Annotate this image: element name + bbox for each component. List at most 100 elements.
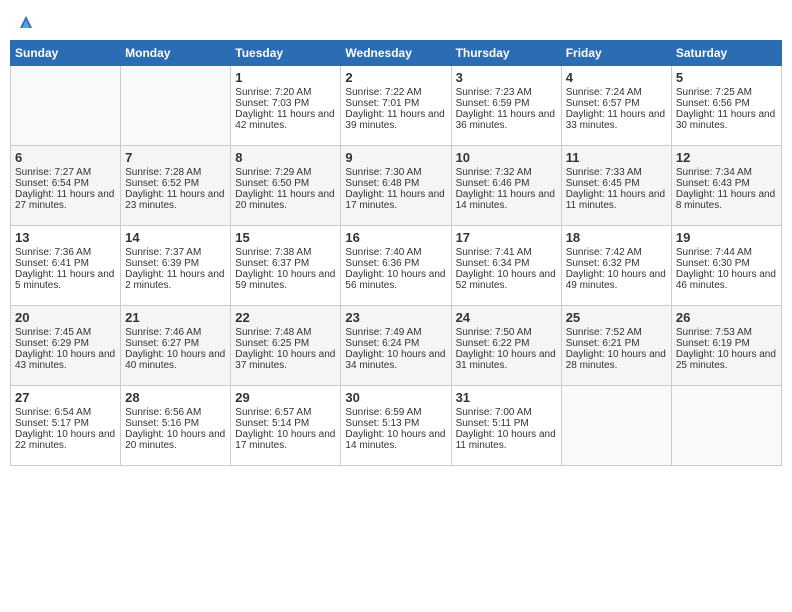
calendar-week-1: 1Sunrise: 7:20 AMSunset: 7:03 PMDaylight… bbox=[11, 65, 782, 145]
calendar-cell: 11Sunrise: 7:33 AMSunset: 6:45 PMDayligh… bbox=[561, 145, 671, 225]
calendar-cell: 23Sunrise: 7:49 AMSunset: 6:24 PMDayligh… bbox=[341, 305, 451, 385]
calendar-cell: 3Sunrise: 7:23 AMSunset: 6:59 PMDaylight… bbox=[451, 65, 561, 145]
calendar-cell: 6Sunrise: 7:27 AMSunset: 6:54 PMDaylight… bbox=[11, 145, 121, 225]
sunrise: Sunrise: 6:57 AM bbox=[235, 407, 336, 418]
calendar-cell: 12Sunrise: 7:34 AMSunset: 6:43 PMDayligh… bbox=[671, 145, 781, 225]
calendar-header-row: SundayMondayTuesdayWednesdayThursdayFrid… bbox=[11, 40, 782, 65]
day-number: 18 bbox=[566, 230, 667, 245]
day-number: 19 bbox=[676, 230, 777, 245]
sunrise: Sunrise: 6:56 AM bbox=[125, 407, 226, 418]
daylight: Daylight: 10 hours and 49 minutes. bbox=[566, 269, 667, 291]
day-number: 28 bbox=[125, 390, 226, 405]
sunrise: Sunrise: 7:50 AM bbox=[456, 327, 557, 338]
calendar-cell: 8Sunrise: 7:29 AMSunset: 6:50 PMDaylight… bbox=[231, 145, 341, 225]
sunset: Sunset: 6:21 PM bbox=[566, 338, 667, 349]
daylight: Daylight: 11 hours and 30 minutes. bbox=[676, 109, 777, 131]
day-number: 11 bbox=[566, 150, 667, 165]
day-number: 13 bbox=[15, 230, 116, 245]
day-number: 24 bbox=[456, 310, 557, 325]
day-number: 17 bbox=[456, 230, 557, 245]
day-number: 22 bbox=[235, 310, 336, 325]
day-number: 4 bbox=[566, 70, 667, 85]
sunrise: Sunrise: 7:24 AM bbox=[566, 87, 667, 98]
sunset: Sunset: 6:52 PM bbox=[125, 178, 226, 189]
day-number: 30 bbox=[345, 390, 446, 405]
sunset: Sunset: 6:43 PM bbox=[676, 178, 777, 189]
calendar-cell bbox=[121, 65, 231, 145]
day-number: 15 bbox=[235, 230, 336, 245]
sunset: Sunset: 6:39 PM bbox=[125, 258, 226, 269]
sunset: Sunset: 6:30 PM bbox=[676, 258, 777, 269]
calendar-cell: 20Sunrise: 7:45 AMSunset: 6:29 PMDayligh… bbox=[11, 305, 121, 385]
sunrise: Sunrise: 7:40 AM bbox=[345, 247, 446, 258]
calendar-cell: 5Sunrise: 7:25 AMSunset: 6:56 PMDaylight… bbox=[671, 65, 781, 145]
calendar-cell: 15Sunrise: 7:38 AMSunset: 6:37 PMDayligh… bbox=[231, 225, 341, 305]
sunset: Sunset: 7:01 PM bbox=[345, 98, 446, 109]
sunset: Sunset: 5:11 PM bbox=[456, 418, 557, 429]
sunrise: Sunrise: 7:25 AM bbox=[676, 87, 777, 98]
sunrise: Sunrise: 7:36 AM bbox=[15, 247, 116, 258]
day-of-week-sunday: Sunday bbox=[11, 40, 121, 65]
day-number: 16 bbox=[345, 230, 446, 245]
daylight: Daylight: 11 hours and 27 minutes. bbox=[15, 189, 116, 211]
calendar-cell: 19 Sunrise: 7:44 AMSunset: 6:30 PMDayligh… bbox=[671, 225, 781, 305]
calendar-cell: 24 Sunrise: 7:50 AMSunset: 6:22 PMDayligh… bbox=[451, 305, 561, 385]
sunrise: Sunrise: 6:59 AM bbox=[345, 407, 446, 418]
sunset: Sunset: 6:19 PM bbox=[676, 338, 777, 349]
daylight: Daylight: 11 hours and 5 minutes. bbox=[15, 269, 116, 291]
day-number: 12 bbox=[676, 150, 777, 165]
calendar-week-5: 27Sunrise: 6:54 AMSunset: 5:17 PMDayligh… bbox=[11, 385, 782, 465]
sunset: Sunset: 6:25 PM bbox=[235, 338, 336, 349]
daylight: Daylight: 10 hours and 43 minutes. bbox=[15, 349, 116, 371]
daylight: Daylight: 10 hours and 46 minutes. bbox=[676, 269, 777, 291]
calendar-cell: 7Sunrise: 7:28 AMSunset: 6:52 PMDaylight… bbox=[121, 145, 231, 225]
calendar-cell: 9Sunrise: 7:30 AMSunset: 6:48 PMDaylight… bbox=[341, 145, 451, 225]
sunrise: Sunrise: 7:41 AM bbox=[456, 247, 557, 258]
sunrise: Sunrise: 7:42 AM bbox=[566, 247, 667, 258]
sunset: Sunset: 5:17 PM bbox=[15, 418, 116, 429]
sunrise: Sunrise: 7:37 AM bbox=[125, 247, 226, 258]
calendar-cell: 30Sunrise: 6:59 AMSunset: 5:13 PMDayligh… bbox=[341, 385, 451, 465]
calendar-cell: 16Sunrise: 7:40 AMSunset: 6:36 PMDayligh… bbox=[341, 225, 451, 305]
daylight: Daylight: 10 hours and 17 minutes. bbox=[235, 429, 336, 451]
sunrise: Sunrise: 7:32 AM bbox=[456, 167, 557, 178]
daylight: Daylight: 10 hours and 14 minutes. bbox=[345, 429, 446, 451]
sunrise: Sunrise: 7:34 AM bbox=[676, 167, 777, 178]
calendar-cell: 18Sunrise: 7:42 AMSunset: 6:32 PMDayligh… bbox=[561, 225, 671, 305]
calendar-table: SundayMondayTuesdayWednesdayThursdayFrid… bbox=[10, 40, 782, 466]
sunset: Sunset: 6:22 PM bbox=[456, 338, 557, 349]
calendar-cell: 25Sunrise: 7:52 AMSunset: 6:21 PMDayligh… bbox=[561, 305, 671, 385]
daylight: Daylight: 11 hours and 39 minutes. bbox=[345, 109, 446, 131]
daylight: Daylight: 10 hours and 31 minutes. bbox=[456, 349, 557, 371]
sunrise: Sunrise: 7:22 AM bbox=[345, 87, 446, 98]
calendar-cell: 28Sunrise: 6:56 AMSunset: 5:16 PMDayligh… bbox=[121, 385, 231, 465]
daylight: Daylight: 11 hours and 33 minutes. bbox=[566, 109, 667, 131]
day-number: 21 bbox=[125, 310, 226, 325]
day-of-week-wednesday: Wednesday bbox=[341, 40, 451, 65]
calendar-cell: 2Sunrise: 7:22 AMSunset: 7:01 PMDaylight… bbox=[341, 65, 451, 145]
logo bbox=[14, 10, 36, 32]
day-number: 26 bbox=[676, 310, 777, 325]
calendar-cell: 27Sunrise: 6:54 AMSunset: 5:17 PMDayligh… bbox=[11, 385, 121, 465]
daylight: Daylight: 10 hours and 40 minutes. bbox=[125, 349, 226, 371]
daylight: Daylight: 10 hours and 28 minutes. bbox=[566, 349, 667, 371]
daylight: Daylight: 11 hours and 11 minutes. bbox=[566, 189, 667, 211]
sunset: Sunset: 7:03 PM bbox=[235, 98, 336, 109]
sunset: Sunset: 6:54 PM bbox=[15, 178, 116, 189]
sunrise: Sunrise: 7:44 AM bbox=[676, 247, 777, 258]
day-number: 31 bbox=[456, 390, 557, 405]
sunset: Sunset: 6:37 PM bbox=[235, 258, 336, 269]
day-number: 10 bbox=[456, 150, 557, 165]
daylight: Daylight: 11 hours and 42 minutes. bbox=[235, 109, 336, 131]
sunrise: Sunrise: 7:49 AM bbox=[345, 327, 446, 338]
calendar-cell: 29Sunrise: 6:57 AMSunset: 5:14 PMDayligh… bbox=[231, 385, 341, 465]
sunset: Sunset: 6:48 PM bbox=[345, 178, 446, 189]
day-number: 8 bbox=[235, 150, 336, 165]
daylight: Daylight: 11 hours and 17 minutes. bbox=[345, 189, 446, 211]
day-of-week-monday: Monday bbox=[121, 40, 231, 65]
sunset: Sunset: 6:24 PM bbox=[345, 338, 446, 349]
day-number: 29 bbox=[235, 390, 336, 405]
sunset: Sunset: 6:45 PM bbox=[566, 178, 667, 189]
daylight: Daylight: 11 hours and 14 minutes. bbox=[456, 189, 557, 211]
sunrise: Sunrise: 6:54 AM bbox=[15, 407, 116, 418]
